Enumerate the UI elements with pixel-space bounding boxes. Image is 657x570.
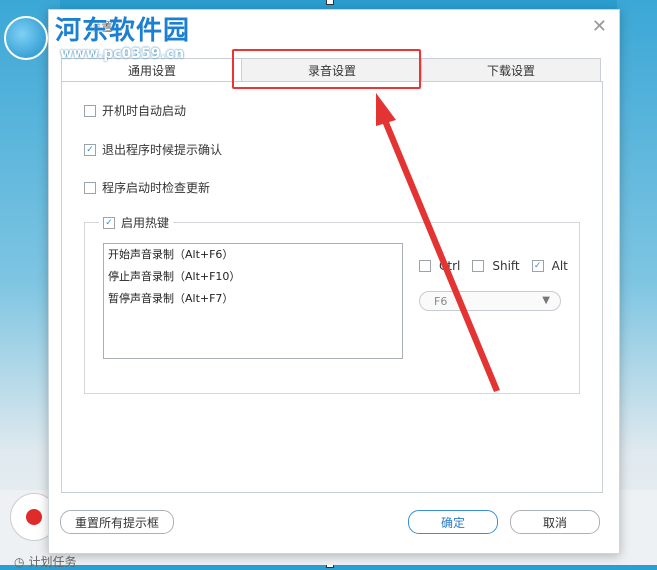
annotation-arrow-icon (376, 93, 500, 392)
